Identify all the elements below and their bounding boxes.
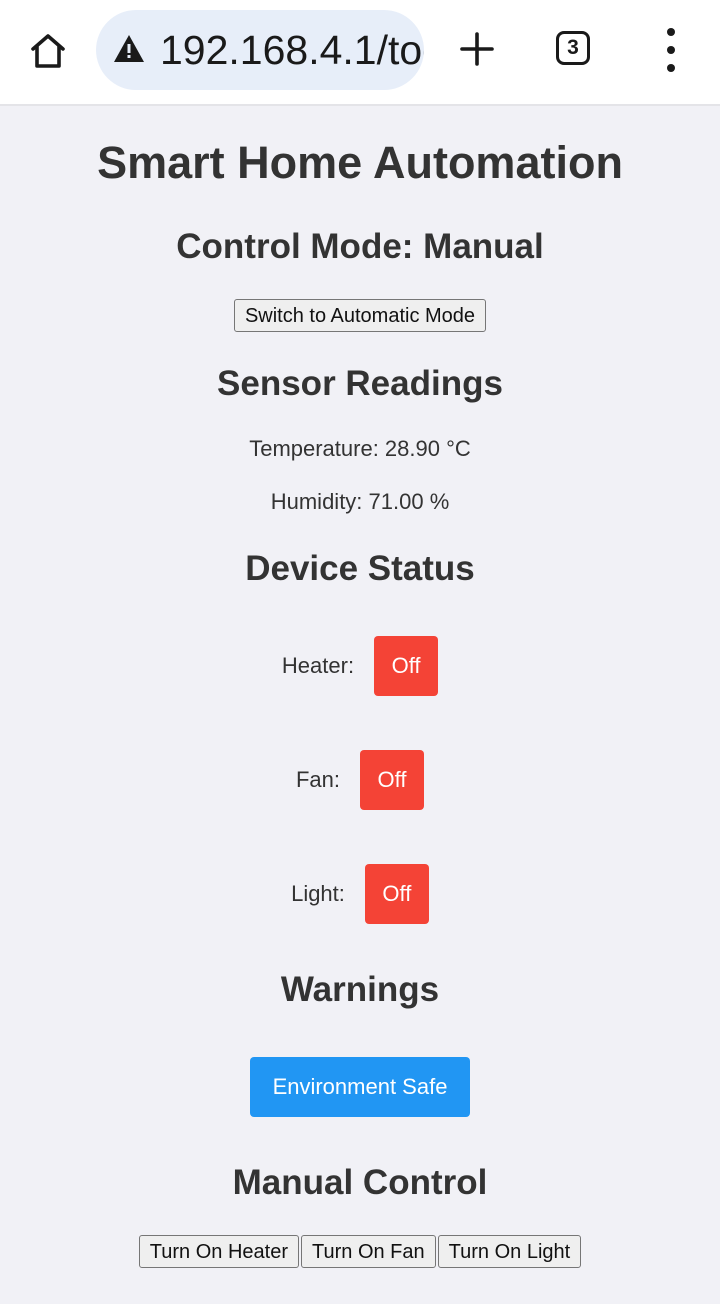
plus-icon <box>460 32 494 66</box>
device-row-light: Light: Off <box>0 864 720 924</box>
light-label: Light: <box>291 881 345 906</box>
address-bar[interactable]: 192.168.4.1/toggle <box>96 10 424 90</box>
new-tab-button[interactable] <box>452 24 502 74</box>
device-row-fan: Fan: Off <box>0 750 720 810</box>
switch-mode-container: Switch to Automatic Mode <box>0 299 720 332</box>
home-button[interactable] <box>22 26 74 76</box>
url-text[interactable]: 192.168.4.1/toggle <box>160 26 424 74</box>
heater-label: Heater: <box>281 653 355 678</box>
device-row-heater: Heater: Off <box>0 636 720 696</box>
control-mode-heading: Control Mode: Manual <box>176 227 544 266</box>
turn-on-fan-button[interactable]: Turn On Fan <box>301 1235 436 1268</box>
browser-toolbar: 192.168.4.1/toggle 3 <box>0 0 720 106</box>
turn-on-light-button[interactable]: Turn On Light <box>437 1235 582 1268</box>
temperature-reading: Temperature: 28.90 °C <box>249 436 471 461</box>
tab-count: 3 <box>567 36 579 59</box>
environment-status-badge: Environment Safe <box>250 1057 470 1117</box>
warnings-heading: Warnings <box>280 970 440 1009</box>
warning-container: Environment Safe <box>0 1057 720 1117</box>
light-status-badge: Off <box>364 864 429 924</box>
heater-status-badge: Off <box>374 636 439 696</box>
page-content: Smart Home Automation Control Mode: Manu… <box>0 106 720 1304</box>
manual-control-heading: Manual Control <box>232 1163 488 1202</box>
home-icon <box>31 34 65 68</box>
sensor-readings-heading: Sensor Readings <box>217 364 503 403</box>
more-vertical-icon[interactable] <box>656 28 686 72</box>
turn-on-heater-button[interactable]: Turn On Heater <box>138 1235 299 1268</box>
device-status-heading: Device Status <box>245 549 475 588</box>
manual-control-buttons: Turn On Heater Turn On Fan Turn On Light <box>0 1235 720 1268</box>
tab-switcher-button[interactable]: 3 <box>556 31 590 65</box>
switch-mode-button[interactable]: Switch to Automatic Mode <box>233 299 487 332</box>
fan-status-badge: Off <box>360 750 425 810</box>
warning-icon[interactable] <box>112 32 146 66</box>
humidity-reading: Humidity: 71.00 % <box>270 489 450 514</box>
fan-label: Fan: <box>295 767 341 792</box>
page-title: Smart Home Automation <box>97 137 623 188</box>
